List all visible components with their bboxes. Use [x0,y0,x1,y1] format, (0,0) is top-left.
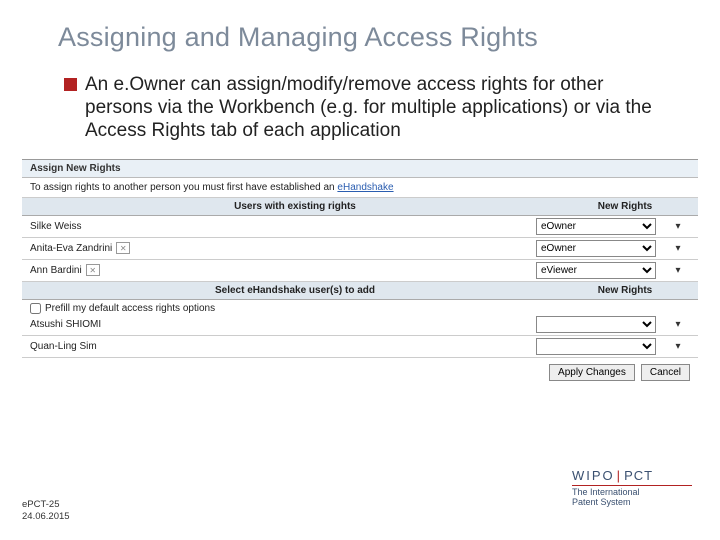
role-select[interactable]: eOwner [536,240,656,257]
instruction-text: To assign rights to another person you m… [30,182,337,193]
dropdown-icon[interactable]: ▾ [666,341,690,352]
role-select[interactable]: eViewer [536,262,656,279]
dropdown-icon[interactable]: ▾ [666,319,690,330]
user-row: Silke Weiss eOwner ▾ [22,216,698,238]
wipo-text: WIPO [572,468,615,483]
button-row: Apply Changes Cancel [22,358,698,383]
user-row: Anita-Eva Zandrini ✕ eOwner ▾ [22,238,698,260]
bullet-icon [64,78,77,91]
user-name: Anita-Eva Zandrini [30,243,112,254]
ehandshake-link[interactable]: eHandshake [337,182,393,193]
separator-icon: | [615,468,624,483]
dropdown-icon[interactable]: ▾ [666,243,690,254]
role-select[interactable] [536,338,656,355]
footer-branding: WIPO|PCT The International Patent System [572,468,692,508]
footer-meta: ePCT-25 24.06.2015 [22,499,70,522]
users-existing-header-row: Users with existing rights New Rights [22,198,698,216]
user-name: Ann Bardini [30,265,82,276]
users-existing-header: Users with existing rights [30,201,560,212]
instruction-line: To assign rights to another person you m… [22,178,698,198]
role-select[interactable] [536,316,656,333]
pct-text: PCT [624,468,653,483]
user-name: Silke Weiss [30,221,82,232]
bullet-text: An e.Owner can assign/modify/remove acce… [85,73,670,143]
divider [572,485,692,486]
prefill-checkbox[interactable] [30,303,41,314]
add-user-row: Quan-Ling Sim ▾ [22,336,698,358]
new-rights-header: New Rights [560,201,690,212]
add-user-row: Atsushi SHIOMI ▾ [22,314,698,336]
slide-id: ePCT-25 [22,499,70,510]
add-user-name: Atsushi SHIOMI [30,319,101,330]
apply-changes-button[interactable]: Apply Changes [549,364,635,381]
select-users-header-row: Select eHandshake user(s) to add New Rig… [22,282,698,300]
placeholder-icon: ✕ [116,242,130,254]
prefill-option: Prefill my default access rights options [22,300,698,314]
new-rights-header: New Rights [560,285,690,296]
embedded-screenshot: Assign New Rights To assign rights to an… [22,159,698,383]
prefill-label: Prefill my default access rights options [45,303,215,314]
bullet-item: An e.Owner can assign/modify/remove acce… [0,53,720,143]
dropdown-icon[interactable]: ▾ [666,221,690,232]
assign-new-rights-header: Assign New Rights [22,160,698,178]
slide-title: Assigning and Managing Access Rights [0,0,720,53]
slide-date: 24.06.2015 [22,511,70,522]
dropdown-icon[interactable]: ▾ [666,265,690,276]
tagline-2: Patent System [572,498,692,508]
role-select[interactable]: eOwner [536,218,656,235]
placeholder-icon: ✕ [86,264,100,276]
user-row: Ann Bardini ✕ eViewer ▾ [22,260,698,282]
select-users-header: Select eHandshake user(s) to add [30,285,560,296]
add-user-name: Quan-Ling Sim [30,341,97,352]
cancel-button[interactable]: Cancel [641,364,690,381]
